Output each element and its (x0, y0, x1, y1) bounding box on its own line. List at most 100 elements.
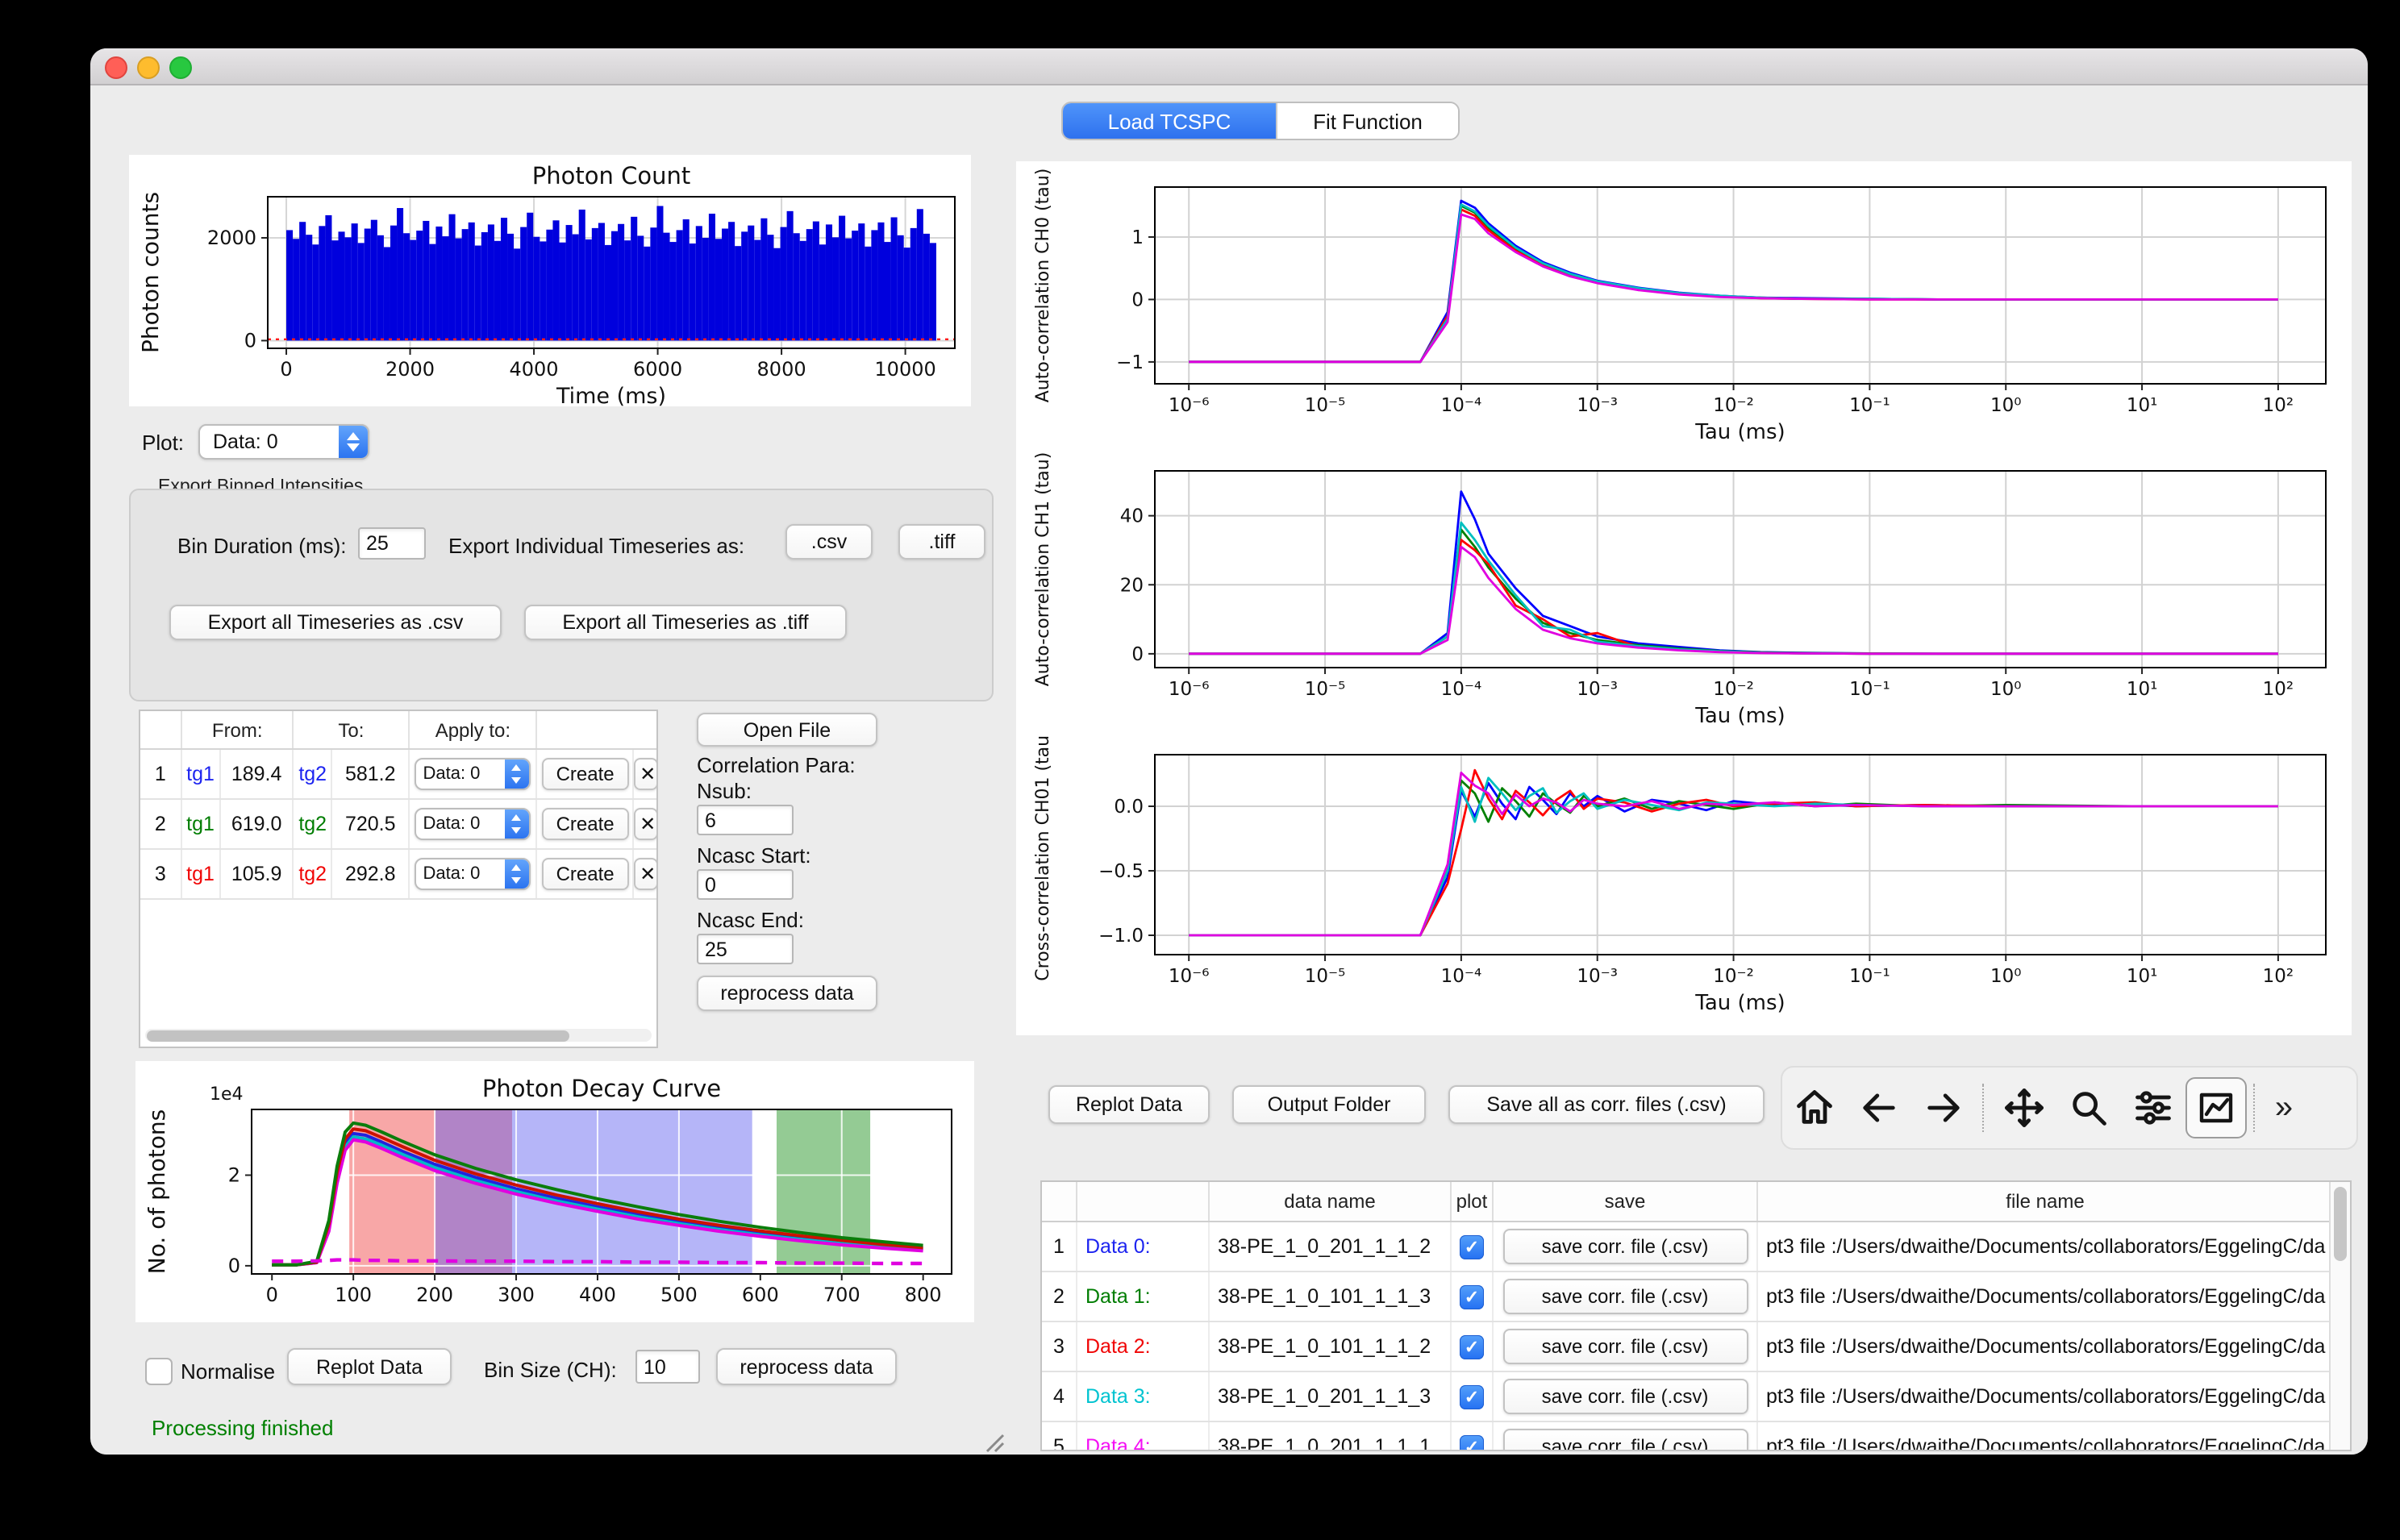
replot-data-button[interactable]: Replot Data (287, 1348, 452, 1385)
svg-text:10⁻⁴: 10⁻⁴ (1441, 679, 1482, 700)
toolbar-more-icon[interactable]: » (2263, 1089, 2305, 1126)
save-all-corr-button[interactable]: Save all as corr. files (.csv) (1448, 1085, 1765, 1124)
plot-select-label: Plot: (142, 431, 184, 455)
gate-delete-button[interactable]: ✕ (634, 858, 656, 890)
bin-size-input[interactable] (635, 1350, 700, 1384)
select-stepper-icon[interactable] (339, 426, 368, 458)
status-text: Processing finished (152, 1416, 333, 1440)
plot-checkbox[interactable]: ✓ (1460, 1234, 1484, 1259)
tg1-button[interactable]: tg1 (182, 800, 221, 848)
file-row-number: 4 (1042, 1372, 1077, 1421)
nsub-input[interactable] (697, 805, 794, 835)
svg-text:Tau (ms): Tau (ms) (1694, 420, 1785, 444)
gate-table-hscrollbar-thumb[interactable] (147, 1030, 569, 1041)
gate-col-to: To: (294, 711, 410, 748)
file-table-vscrollbar-thumb[interactable] (2334, 1187, 2347, 1261)
gate-delete-button[interactable]: ✕ (634, 758, 656, 790)
save-corr-file-button[interactable]: save corr. file (.csv) (1502, 1429, 1748, 1451)
acf-ch0-chart: 10⁻⁶10⁻⁵10⁻⁴10⁻³10⁻²10⁻¹10⁰10¹10²−101Tau… (1019, 168, 2348, 452)
tab-load-tcspc[interactable]: Load TCSPC (1063, 103, 1276, 139)
gate-create-button[interactable]: Create (542, 808, 629, 840)
select-stepper-icon[interactable] (505, 810, 529, 839)
col-save: save (1494, 1182, 1758, 1221)
reprocess-data-button[interactable]: reprocess data (697, 976, 877, 1011)
gate-apply-select[interactable]: Data: 0 (415, 808, 531, 840)
tg2-button[interactable]: tg2 (294, 800, 333, 848)
reprocess-data-button-2[interactable]: reprocess data (716, 1348, 897, 1385)
svg-text:1: 1 (1131, 227, 1144, 248)
zoom-window-button[interactable] (169, 56, 192, 79)
export-csv-button[interactable]: .csv (785, 524, 873, 560)
output-folder-button[interactable]: Output Folder (1232, 1085, 1426, 1124)
bin-duration-label: Bin Duration (ms): (177, 534, 347, 558)
data-name-value: 38-PE_1_0_201_1_1_3 (1210, 1372, 1452, 1421)
export-all-csv-button[interactable]: Export all Timeseries as .csv (169, 605, 502, 640)
minimize-window-button[interactable] (137, 56, 160, 79)
subplot-config-icon[interactable] (2121, 1076, 2185, 1140)
bin-duration-input[interactable] (358, 527, 426, 560)
back-icon[interactable] (1847, 1076, 1911, 1140)
gate-create-button[interactable]: Create (542, 858, 629, 890)
nsub-label: Nsub: (697, 779, 752, 803)
export-all-tiff-button[interactable]: Export all Timeseries as .tiff (524, 605, 847, 640)
gate-delete-button[interactable]: ✕ (634, 808, 656, 840)
save-corr-file-button[interactable]: save corr. file (.csv) (1502, 1329, 1748, 1364)
file-row: 5 Data 4: 38-PE_1_0_201_1_1_1 ✓ save cor… (1042, 1422, 2350, 1451)
tg1-button[interactable]: tg1 (182, 750, 221, 798)
svg-text:10¹: 10¹ (2127, 395, 2158, 416)
data-label: Data 0: (1077, 1222, 1210, 1271)
svg-text:Tau (ms): Tau (ms) (1694, 704, 1785, 728)
svg-text:20: 20 (1120, 575, 1144, 596)
file-table-vscrollbar[interactable] (2329, 1182, 2350, 1450)
plot-checkbox[interactable]: ✓ (1460, 1434, 1484, 1451)
normalise-checkbox[interactable] (145, 1358, 173, 1385)
replot-data-button-right[interactable]: Replot Data (1048, 1085, 1210, 1124)
export-tiff-button[interactable]: .tiff (898, 524, 985, 560)
select-stepper-icon[interactable] (505, 859, 529, 889)
axes-edit-icon[interactable] (2185, 1077, 2247, 1138)
ncasc-start-input[interactable] (697, 869, 794, 900)
gate-table-hscrollbar[interactable] (145, 1029, 652, 1042)
svg-text:Photon Count: Photon Count (532, 162, 690, 189)
save-corr-file-button[interactable]: save corr. file (.csv) (1502, 1229, 1748, 1264)
gate-create-button[interactable]: Create (542, 758, 629, 790)
tg2-button[interactable]: tg2 (294, 750, 333, 798)
gate-apply-select[interactable]: Data: 0 (415, 758, 531, 790)
svg-text:10⁻²: 10⁻² (1713, 679, 1754, 700)
pan-icon[interactable] (1992, 1076, 2056, 1140)
svg-text:10⁻⁶: 10⁻⁶ (1169, 679, 1210, 700)
window-titlebar[interactable] (90, 48, 2368, 85)
home-icon[interactable] (1782, 1076, 1847, 1140)
save-corr-file-button[interactable]: save corr. file (.csv) (1502, 1379, 1748, 1414)
open-file-button[interactable]: Open File (697, 713, 877, 747)
data-name-value: 38-PE_1_0_201_1_1_2 (1210, 1222, 1452, 1271)
gate-row: 2 tg1 619.0 tg2 720.5 Data: 0 Create ✕ (140, 800, 656, 850)
plot-checkbox[interactable]: ✓ (1460, 1384, 1484, 1409)
svg-text:10²: 10² (2263, 395, 2294, 416)
svg-text:Auto-correlation CH1 (tau): Auto-correlation CH1 (tau) (1033, 452, 1053, 687)
close-window-button[interactable] (105, 56, 127, 79)
ncasc-end-input[interactable] (697, 934, 794, 964)
select-stepper-icon[interactable] (505, 760, 529, 789)
file-row: 4 Data 3: 38-PE_1_0_201_1_1_3 ✓ save cor… (1042, 1372, 2350, 1422)
forward-icon[interactable] (1911, 1076, 1976, 1140)
gate-to-value: 581.2 (333, 750, 410, 798)
svg-text:10⁻⁴: 10⁻⁴ (1441, 395, 1482, 416)
tg1-button[interactable]: tg1 (182, 850, 221, 898)
svg-text:0: 0 (1131, 289, 1144, 310)
tg2-button[interactable]: tg2 (294, 850, 333, 898)
save-corr-file-button[interactable]: save corr. file (.csv) (1502, 1279, 1748, 1314)
plot-checkbox[interactable]: ✓ (1460, 1284, 1484, 1309)
toolbar-separator (2253, 1084, 2256, 1132)
zoom-icon[interactable] (2056, 1076, 2121, 1140)
tab-fit-function[interactable]: Fit Function (1276, 103, 1458, 139)
gate-apply-select[interactable]: Data: 0 (415, 858, 531, 890)
file-path: pt3 file :/Users/dwaithe/Documents/colla… (1758, 1372, 2332, 1421)
plot-data-select[interactable]: Data: 0 (198, 424, 369, 460)
svg-text:4000: 4000 (510, 358, 559, 381)
plot-checkbox[interactable]: ✓ (1460, 1334, 1484, 1359)
ncasc-start-label: Ncasc Start: (697, 843, 811, 868)
svg-text:Tau (ms): Tau (ms) (1694, 991, 1785, 1015)
bin-size-label: Bin Size (CH): (484, 1358, 617, 1382)
resize-grip[interactable] (981, 1429, 1006, 1455)
